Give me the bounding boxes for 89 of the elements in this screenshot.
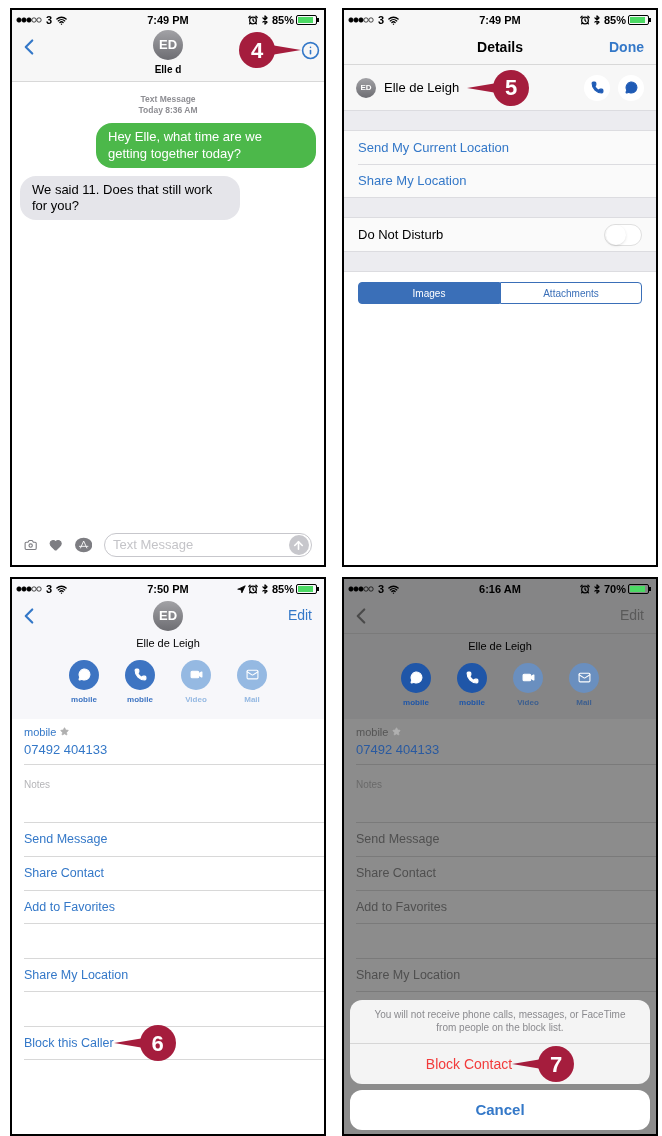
step-number: 5 xyxy=(493,69,530,106)
contact-option[interactable]: Send Message xyxy=(356,830,440,849)
signal-strength-icon xyxy=(348,17,374,23)
battery-icon xyxy=(628,584,652,594)
edit-button[interactable]: Edit xyxy=(287,605,312,626)
status-time: 6:16 AM xyxy=(479,581,521,597)
envelope-icon xyxy=(245,668,259,681)
status-time: 7:50 PM xyxy=(147,581,189,597)
envelope-icon xyxy=(577,671,591,684)
bluetooth-icon xyxy=(591,584,602,594)
screen-title: Details xyxy=(477,37,523,57)
phone-label: mobile xyxy=(24,724,57,740)
phone-icon xyxy=(590,81,604,94)
sheet-message: You will not receive phone calls, messages, or FaceTime from people on the block list. xyxy=(350,999,650,1044)
cancel-button[interactable]: Cancel xyxy=(350,1090,650,1130)
setting-label: Do Not Disturb xyxy=(358,225,444,244)
contact-avatar: ED xyxy=(356,77,376,98)
contact-avatar: ED xyxy=(153,601,183,631)
notes-label: Notes xyxy=(24,779,51,790)
message-timestamp: Today 8:36 AM xyxy=(138,104,198,116)
video-camera-icon xyxy=(521,671,535,684)
message-button[interactable] xyxy=(618,74,644,101)
contact-option[interactable]: Send Message xyxy=(24,830,108,849)
contact-name: Elle d xyxy=(154,63,182,77)
contact-option[interactable]: Add to Favorites xyxy=(24,897,115,917)
wifi-icon xyxy=(388,583,400,595)
segment-tab[interactable]: Images xyxy=(358,282,500,304)
video-camera-icon xyxy=(189,668,203,681)
contact-name: Elle de Leigh xyxy=(136,636,200,651)
star-icon xyxy=(392,727,402,737)
speech-bubble-icon xyxy=(409,671,423,684)
carrier-name: 3 xyxy=(378,581,385,597)
step-number: 7 xyxy=(538,1046,575,1082)
wifi-icon xyxy=(56,583,68,595)
block-contact-button[interactable]: Block Contact xyxy=(425,1053,513,1075)
star-icon xyxy=(60,727,70,737)
wifi-icon xyxy=(388,14,400,26)
step-number: 4 xyxy=(239,32,275,68)
info-icon[interactable] xyxy=(301,40,320,60)
contact-option[interactable]: Block this Caller xyxy=(24,1033,114,1053)
sent-message: Hey Elle, what time are we getting together today? xyxy=(96,123,316,168)
carrier-name: 3 xyxy=(46,12,53,28)
alarm-icon xyxy=(247,584,258,594)
contact-option[interactable]: Share Contact xyxy=(24,864,104,883)
signal-strength-icon xyxy=(16,17,42,23)
contact-option[interactable]: Share My Location xyxy=(24,965,129,985)
bluetooth-icon xyxy=(259,584,270,594)
toggle-switch[interactable] xyxy=(604,223,642,246)
received-message: We said 11. Does that still work for you? xyxy=(20,175,240,221)
message-service-label: Text Message xyxy=(140,94,196,105)
phone-icon xyxy=(465,671,479,684)
battery-percentage: 85% xyxy=(271,12,294,28)
message-input[interactable]: Text Message xyxy=(113,535,289,555)
battery-icon xyxy=(296,15,320,25)
status-time: 7:49 PM xyxy=(479,12,521,28)
contact-name[interactable]: Elle de Leigh xyxy=(384,77,460,98)
arrow-up-icon xyxy=(292,538,306,552)
battery-percentage: 85% xyxy=(603,12,626,28)
signal-strength-icon xyxy=(348,586,374,592)
battery-percentage: 70% xyxy=(603,581,626,597)
wifi-icon xyxy=(56,14,68,26)
step-number: 6 xyxy=(139,1025,176,1061)
callout-pointer-icon xyxy=(271,42,301,58)
location-option[interactable]: Send My Current Location xyxy=(358,137,510,158)
call-button[interactable] xyxy=(584,74,610,101)
segment-tab[interactable]: Attachments xyxy=(500,282,642,304)
contact-option[interactable]: Share My Location xyxy=(356,965,461,985)
contact-option[interactable]: Add to Favorites xyxy=(356,897,447,917)
alarm-icon xyxy=(247,15,258,25)
carrier-name: 3 xyxy=(378,12,385,28)
phone-icon xyxy=(133,668,147,681)
alarm-icon xyxy=(579,584,590,594)
contact-avatar: ED xyxy=(153,30,183,60)
done-button[interactable]: Done xyxy=(609,36,644,58)
battery-percentage: 85% xyxy=(271,581,294,597)
signal-strength-icon xyxy=(16,586,42,592)
battery-icon xyxy=(296,584,320,594)
carrier-name: 3 xyxy=(46,581,53,597)
location-option[interactable]: Share My Location xyxy=(358,171,467,191)
speech-bubble-icon xyxy=(624,81,638,94)
status-time: 7:49 PM xyxy=(147,12,189,28)
bluetooth-icon xyxy=(591,15,602,25)
phone-number[interactable]: 07492 404133 xyxy=(24,740,324,760)
contact-option[interactable]: Share Contact xyxy=(356,864,436,883)
contact-name: Elle de Leigh xyxy=(468,639,532,654)
speech-bubble-icon xyxy=(77,668,91,681)
bluetooth-icon xyxy=(259,15,270,25)
alarm-icon xyxy=(579,15,590,25)
battery-icon xyxy=(628,15,652,25)
